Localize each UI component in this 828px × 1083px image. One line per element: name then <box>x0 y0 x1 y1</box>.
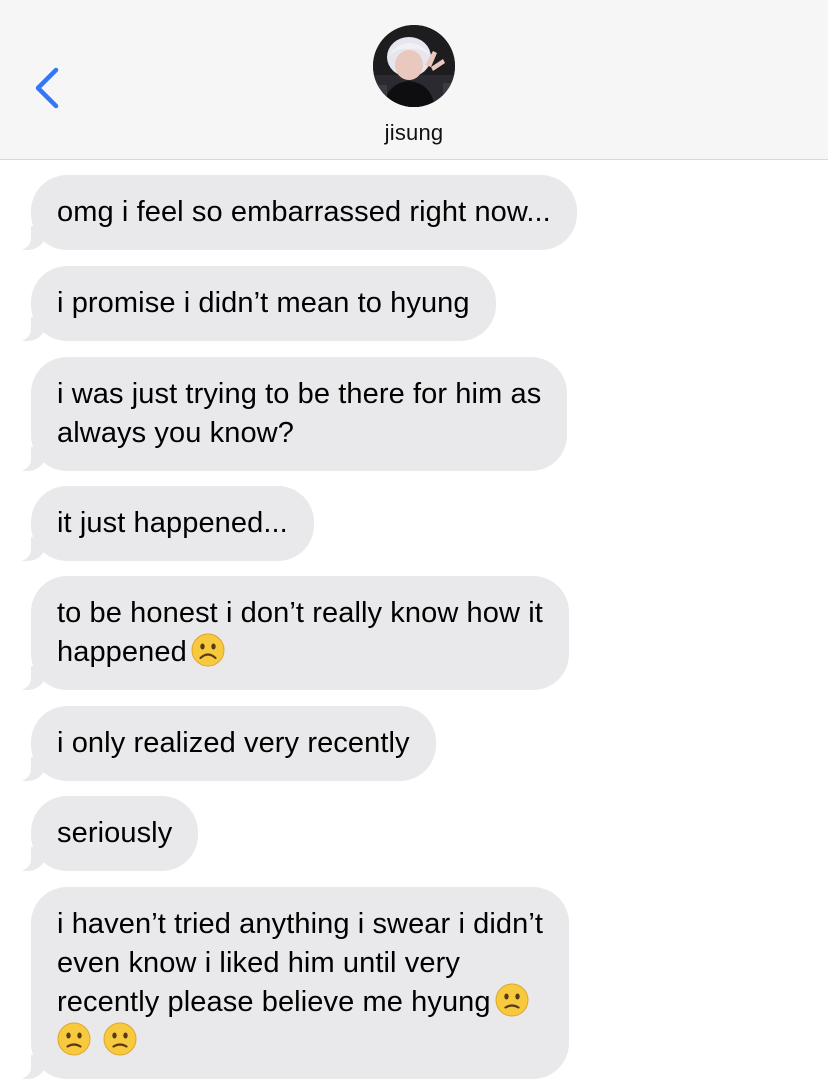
message-text: i promise i didn’t mean to hyung <box>57 287 470 319</box>
message-text: i only realized very recently <box>57 727 410 759</box>
message-text: to be honest i don’t really know how it … <box>57 597 543 668</box>
message-bubble[interactable]: i haven’t tried anything i swear i didn’… <box>15 887 570 1079</box>
message-bubble[interactable]: omg i feel so embarrassed right now... <box>16 175 577 250</box>
message-bubble[interactable]: i promise i didn’t mean to hyung <box>16 266 496 341</box>
message-bubble[interactable]: i was just trying to be there for him as… <box>15 357 568 471</box>
message-bubble[interactable]: i only realized very recently <box>16 706 436 781</box>
message-text: i haven’t tried anything i swear i didn’… <box>57 908 543 1057</box>
conversation-header: jisung <box>0 0 828 160</box>
message-text: i was just trying to be there for him as… <box>57 378 542 449</box>
back-button[interactable] <box>28 66 68 110</box>
contact-name[interactable]: jisung <box>0 120 828 146</box>
message-text: omg i feel so embarrassed right now... <box>57 196 551 228</box>
slightly-frowning-face-icon <box>57 1022 91 1056</box>
slightly-frowning-face-icon <box>103 1022 137 1056</box>
avatar-photo <box>373 25 455 107</box>
chevron-left-icon <box>35 67 59 109</box>
message-bubble[interactable]: to be honest i don’t really know how it … <box>16 576 569 690</box>
message-text-body: to be honest i don’t really know how it … <box>57 597 543 668</box>
contact-avatar[interactable] <box>373 25 455 107</box>
message-text-body: i haven’t tried anything i swear i didn’… <box>57 908 544 1018</box>
message-text: seriously <box>57 817 173 849</box>
message-text: it just happened... <box>57 507 288 539</box>
message-bubble[interactable]: it just happened... <box>16 486 314 561</box>
slightly-frowning-face-icon <box>495 983 529 1017</box>
message-bubble[interactable]: seriously <box>15 796 199 871</box>
message-thread: omg i feel so embarrassed right now... i… <box>0 160 828 1083</box>
frowning-face-icon <box>191 633 225 667</box>
